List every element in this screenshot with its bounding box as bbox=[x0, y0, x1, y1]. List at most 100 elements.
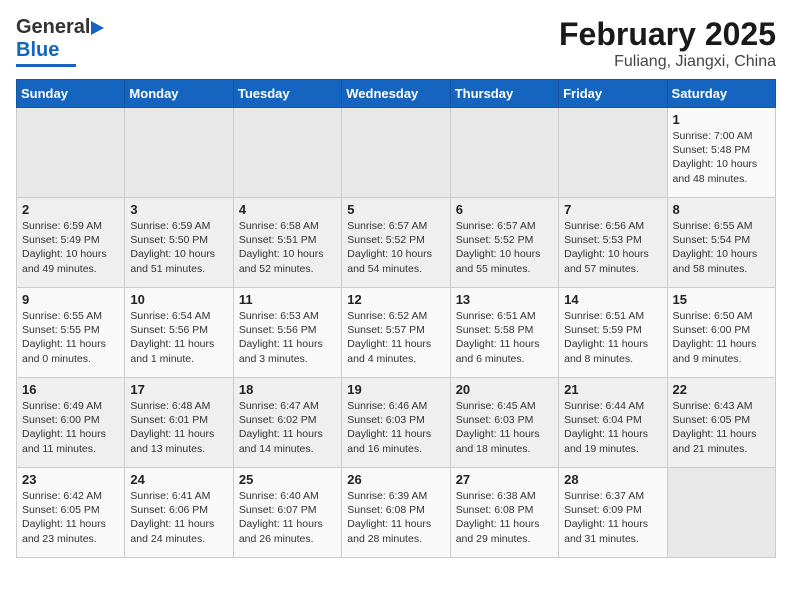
calendar-cell bbox=[342, 108, 450, 198]
calendar-cell: 17 Sunrise: 6:48 AM Sunset: 6:01 PM Dayli… bbox=[125, 378, 233, 468]
day-info: Sunrise: 6:49 AM Sunset: 6:00 PM Dayligh… bbox=[22, 399, 119, 456]
day-number: 9 bbox=[22, 292, 119, 307]
day-number: 21 bbox=[564, 382, 661, 397]
main-title: February 2025 bbox=[559, 16, 776, 53]
day-info: Sunrise: 7:00 AM Sunset: 5:48 PM Dayligh… bbox=[673, 129, 770, 186]
calendar-cell: 28 Sunrise: 6:37 AM Sunset: 6:09 PM Dayli… bbox=[559, 468, 667, 558]
calendar-cell: 5Sunrise: 6:57 AM Sunset: 5:52 PM Daylig… bbox=[342, 198, 450, 288]
calendar-table: SundayMondayTuesdayWednesdayThursdayFrid… bbox=[16, 79, 776, 558]
calendar-cell: 21 Sunrise: 6:44 AM Sunset: 6:04 PM Dayli… bbox=[559, 378, 667, 468]
day-number: 14 bbox=[564, 292, 661, 307]
calendar-cell: 22Sunrise: 6:43 AM Sunset: 6:05 PM Dayli… bbox=[667, 378, 775, 468]
calendar-cell: 3Sunrise: 6:59 AM Sunset: 5:50 PM Daylig… bbox=[125, 198, 233, 288]
calendar-cell: 24 Sunrise: 6:41 AM Sunset: 6:06 PM Dayli… bbox=[125, 468, 233, 558]
calendar-cell: 13 Sunrise: 6:51 AM Sunset: 5:58 PM Dayli… bbox=[450, 288, 558, 378]
weekday-header-sunday: Sunday bbox=[17, 80, 125, 108]
day-number: 7 bbox=[564, 202, 661, 217]
calendar-cell: 8 Sunrise: 6:55 AM Sunset: 5:54 PM Daylig… bbox=[667, 198, 775, 288]
weekday-header-row: SundayMondayTuesdayWednesdayThursdayFrid… bbox=[17, 80, 776, 108]
weekday-header-saturday: Saturday bbox=[667, 80, 775, 108]
calendar-cell: 18 Sunrise: 6:47 AM Sunset: 6:02 PM Dayli… bbox=[233, 378, 341, 468]
day-number: 4 bbox=[239, 202, 336, 217]
day-number: 18 bbox=[239, 382, 336, 397]
calendar-cell: 4 Sunrise: 6:58 AM Sunset: 5:51 PM Daylig… bbox=[233, 198, 341, 288]
day-info: Sunrise: 6:55 AM Sunset: 5:54 PM Dayligh… bbox=[673, 219, 770, 276]
calendar-week-row: 1Sunrise: 7:00 AM Sunset: 5:48 PM Daylig… bbox=[17, 108, 776, 198]
day-number: 24 bbox=[130, 472, 227, 487]
calendar-cell: 26 Sunrise: 6:39 AM Sunset: 6:08 PM Dayli… bbox=[342, 468, 450, 558]
day-info: Sunrise: 6:53 AM Sunset: 5:56 PM Dayligh… bbox=[239, 309, 336, 366]
weekday-header-tuesday: Tuesday bbox=[233, 80, 341, 108]
day-info: Sunrise: 6:52 AM Sunset: 5:57 PM Dayligh… bbox=[347, 309, 444, 366]
page-header: General Blue February 2025 Fuliang, Jian… bbox=[16, 16, 776, 71]
weekday-header-monday: Monday bbox=[125, 80, 233, 108]
weekday-header-friday: Friday bbox=[559, 80, 667, 108]
day-info: Sunrise: 6:50 AM Sunset: 6:00 PM Dayligh… bbox=[673, 309, 770, 366]
day-number: 19 bbox=[347, 382, 444, 397]
calendar-cell: 2Sunrise: 6:59 AM Sunset: 5:49 PM Daylig… bbox=[17, 198, 125, 288]
day-info: Sunrise: 6:44 AM Sunset: 6:04 PM Dayligh… bbox=[564, 399, 661, 456]
day-number: 12 bbox=[347, 292, 444, 307]
calendar-week-row: 16 Sunrise: 6:49 AM Sunset: 6:00 PM Dayli… bbox=[17, 378, 776, 468]
calendar-cell bbox=[559, 108, 667, 198]
day-number: 17 bbox=[130, 382, 227, 397]
day-number: 25 bbox=[239, 472, 336, 487]
day-info: Sunrise: 6:51 AM Sunset: 5:58 PM Dayligh… bbox=[456, 309, 553, 366]
day-info: Sunrise: 6:55 AM Sunset: 5:55 PM Dayligh… bbox=[22, 309, 119, 366]
calendar-cell: 7 Sunrise: 6:56 AM Sunset: 5:53 PM Daylig… bbox=[559, 198, 667, 288]
day-info: Sunrise: 6:41 AM Sunset: 6:06 PM Dayligh… bbox=[130, 489, 227, 546]
day-number: 28 bbox=[564, 472, 661, 487]
calendar-cell: 23Sunrise: 6:42 AM Sunset: 6:05 PM Dayli… bbox=[17, 468, 125, 558]
calendar-cell: 15 Sunrise: 6:50 AM Sunset: 6:00 PM Dayli… bbox=[667, 288, 775, 378]
calendar-cell bbox=[125, 108, 233, 198]
day-info: Sunrise: 6:39 AM Sunset: 6:08 PM Dayligh… bbox=[347, 489, 444, 546]
logo-blue: Blue bbox=[16, 39, 59, 62]
day-info: Sunrise: 6:48 AM Sunset: 6:01 PM Dayligh… bbox=[130, 399, 227, 456]
day-info: Sunrise: 6:46 AM Sunset: 6:03 PM Dayligh… bbox=[347, 399, 444, 456]
weekday-header-wednesday: Wednesday bbox=[342, 80, 450, 108]
day-number: 23 bbox=[22, 472, 119, 487]
day-number: 3 bbox=[130, 202, 227, 217]
calendar-cell: 11 Sunrise: 6:53 AM Sunset: 5:56 PM Dayli… bbox=[233, 288, 341, 378]
title-block: February 2025 Fuliang, Jiangxi, China bbox=[559, 16, 776, 71]
logo: General Blue bbox=[16, 16, 105, 67]
day-info: Sunrise: 6:45 AM Sunset: 6:03 PM Dayligh… bbox=[456, 399, 553, 456]
day-info: Sunrise: 6:57 AM Sunset: 5:52 PM Dayligh… bbox=[347, 219, 444, 276]
day-number: 15 bbox=[673, 292, 770, 307]
day-info: Sunrise: 6:58 AM Sunset: 5:51 PM Dayligh… bbox=[239, 219, 336, 276]
sub-title: Fuliang, Jiangxi, China bbox=[559, 53, 776, 71]
day-info: Sunrise: 6:40 AM Sunset: 6:07 PM Dayligh… bbox=[239, 489, 336, 546]
calendar-cell bbox=[233, 108, 341, 198]
calendar-cell: 19 Sunrise: 6:46 AM Sunset: 6:03 PM Dayli… bbox=[342, 378, 450, 468]
calendar-cell: 10 Sunrise: 6:54 AM Sunset: 5:56 PM Dayli… bbox=[125, 288, 233, 378]
day-number: 13 bbox=[456, 292, 553, 307]
day-number: 2 bbox=[22, 202, 119, 217]
calendar-cell bbox=[450, 108, 558, 198]
calendar-cell: 12 Sunrise: 6:52 AM Sunset: 5:57 PM Dayli… bbox=[342, 288, 450, 378]
calendar-cell: 6Sunrise: 6:57 AM Sunset: 5:52 PM Daylig… bbox=[450, 198, 558, 288]
day-info: Sunrise: 6:57 AM Sunset: 5:52 PM Dayligh… bbox=[456, 219, 553, 276]
calendar-week-row: 9 Sunrise: 6:55 AM Sunset: 5:55 PM Daylig… bbox=[17, 288, 776, 378]
day-number: 8 bbox=[673, 202, 770, 217]
day-info: Sunrise: 6:47 AM Sunset: 6:02 PM Dayligh… bbox=[239, 399, 336, 456]
day-info: Sunrise: 6:56 AM Sunset: 5:53 PM Dayligh… bbox=[564, 219, 661, 276]
day-info: Sunrise: 6:37 AM Sunset: 6:09 PM Dayligh… bbox=[564, 489, 661, 546]
calendar-cell bbox=[667, 468, 775, 558]
calendar-week-row: 23Sunrise: 6:42 AM Sunset: 6:05 PM Dayli… bbox=[17, 468, 776, 558]
calendar-cell: 14 Sunrise: 6:51 AM Sunset: 5:59 PM Dayli… bbox=[559, 288, 667, 378]
day-info: Sunrise: 6:51 AM Sunset: 5:59 PM Dayligh… bbox=[564, 309, 661, 366]
calendar-week-row: 2Sunrise: 6:59 AM Sunset: 5:49 PM Daylig… bbox=[17, 198, 776, 288]
day-info: Sunrise: 6:38 AM Sunset: 6:08 PM Dayligh… bbox=[456, 489, 553, 546]
calendar-cell: 1Sunrise: 7:00 AM Sunset: 5:48 PM Daylig… bbox=[667, 108, 775, 198]
day-info: Sunrise: 6:54 AM Sunset: 5:56 PM Dayligh… bbox=[130, 309, 227, 366]
day-number: 10 bbox=[130, 292, 227, 307]
logo-general: General bbox=[16, 16, 90, 39]
day-number: 11 bbox=[239, 292, 336, 307]
logo-underline bbox=[16, 64, 76, 67]
day-number: 16 bbox=[22, 382, 119, 397]
day-number: 26 bbox=[347, 472, 444, 487]
day-number: 22 bbox=[673, 382, 770, 397]
calendar-cell: 9 Sunrise: 6:55 AM Sunset: 5:55 PM Daylig… bbox=[17, 288, 125, 378]
logo-arrow-icon bbox=[91, 21, 104, 35]
day-number: 20 bbox=[456, 382, 553, 397]
